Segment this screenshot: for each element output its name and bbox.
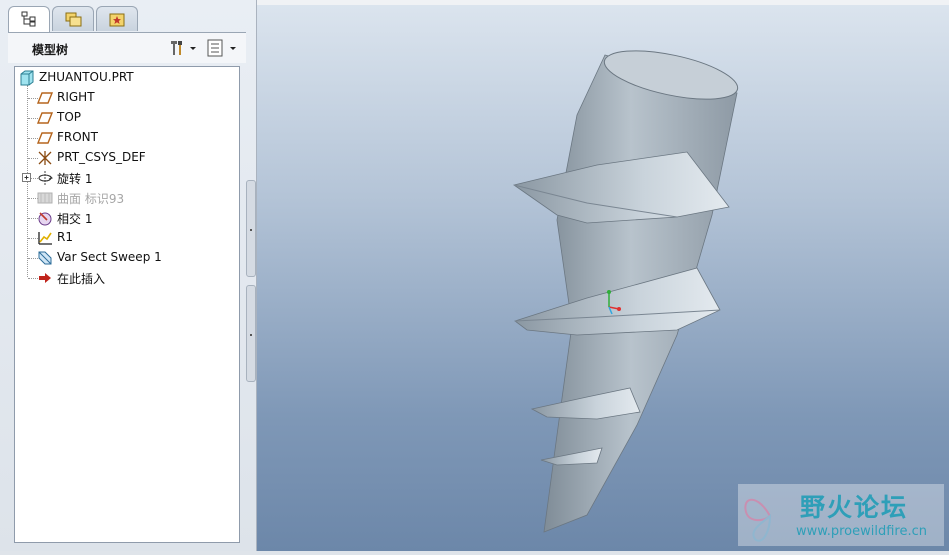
tab-favorites[interactable] [96,6,138,31]
watermark-url: www.proewildfire.cn [796,524,927,539]
intersect-icon [38,212,52,226]
insert-here-arrow-icon [39,273,51,283]
model-tree-header: 模型树 [8,32,246,63]
graphics-viewport[interactable] [257,5,949,551]
sketch-icon [38,232,52,245]
settings-button[interactable] [168,39,198,57]
datum-plane-icon [37,132,53,144]
watermark-title: 野火论坛 [800,493,909,522]
model-tree: ZHUANTOU.PRT RIGHT TOP FRONT PRT_CSYS_DE… [14,66,240,543]
expand-toggle[interactable] [21,169,35,187]
panel-splitter-top[interactable] [246,180,256,277]
show-icon [207,39,236,57]
datum-plane-icon [37,92,53,104]
folder-browser-icon [65,12,82,27]
forum-watermark: 野火论坛 www.proewildfire.cn [738,484,944,546]
csys-icon [38,151,52,165]
datum-plane-icon [37,112,53,124]
drill-screw-3d-model [513,50,739,533]
tab-model-tree[interactable] [8,6,50,32]
plus-icon [22,173,31,182]
part-icon [20,70,34,86]
sweep-icon [38,251,52,265]
revolve-icon [38,171,53,185]
navigator-panel: 模型树 ZHUANTOU.PRT RIGHT TOP FRONT PRT_CSY… [0,0,257,551]
panel-splitter-bottom[interactable] [246,285,256,382]
surface-icon [37,192,53,204]
model-tree-icon [21,11,36,27]
favorites-icon [109,13,125,27]
settings-icon [171,41,196,55]
tab-folder-browser[interactable] [52,6,94,31]
butterfly-logo [744,498,772,542]
model-tree-title: 模型树 [32,43,69,57]
show-button[interactable] [206,39,240,57]
